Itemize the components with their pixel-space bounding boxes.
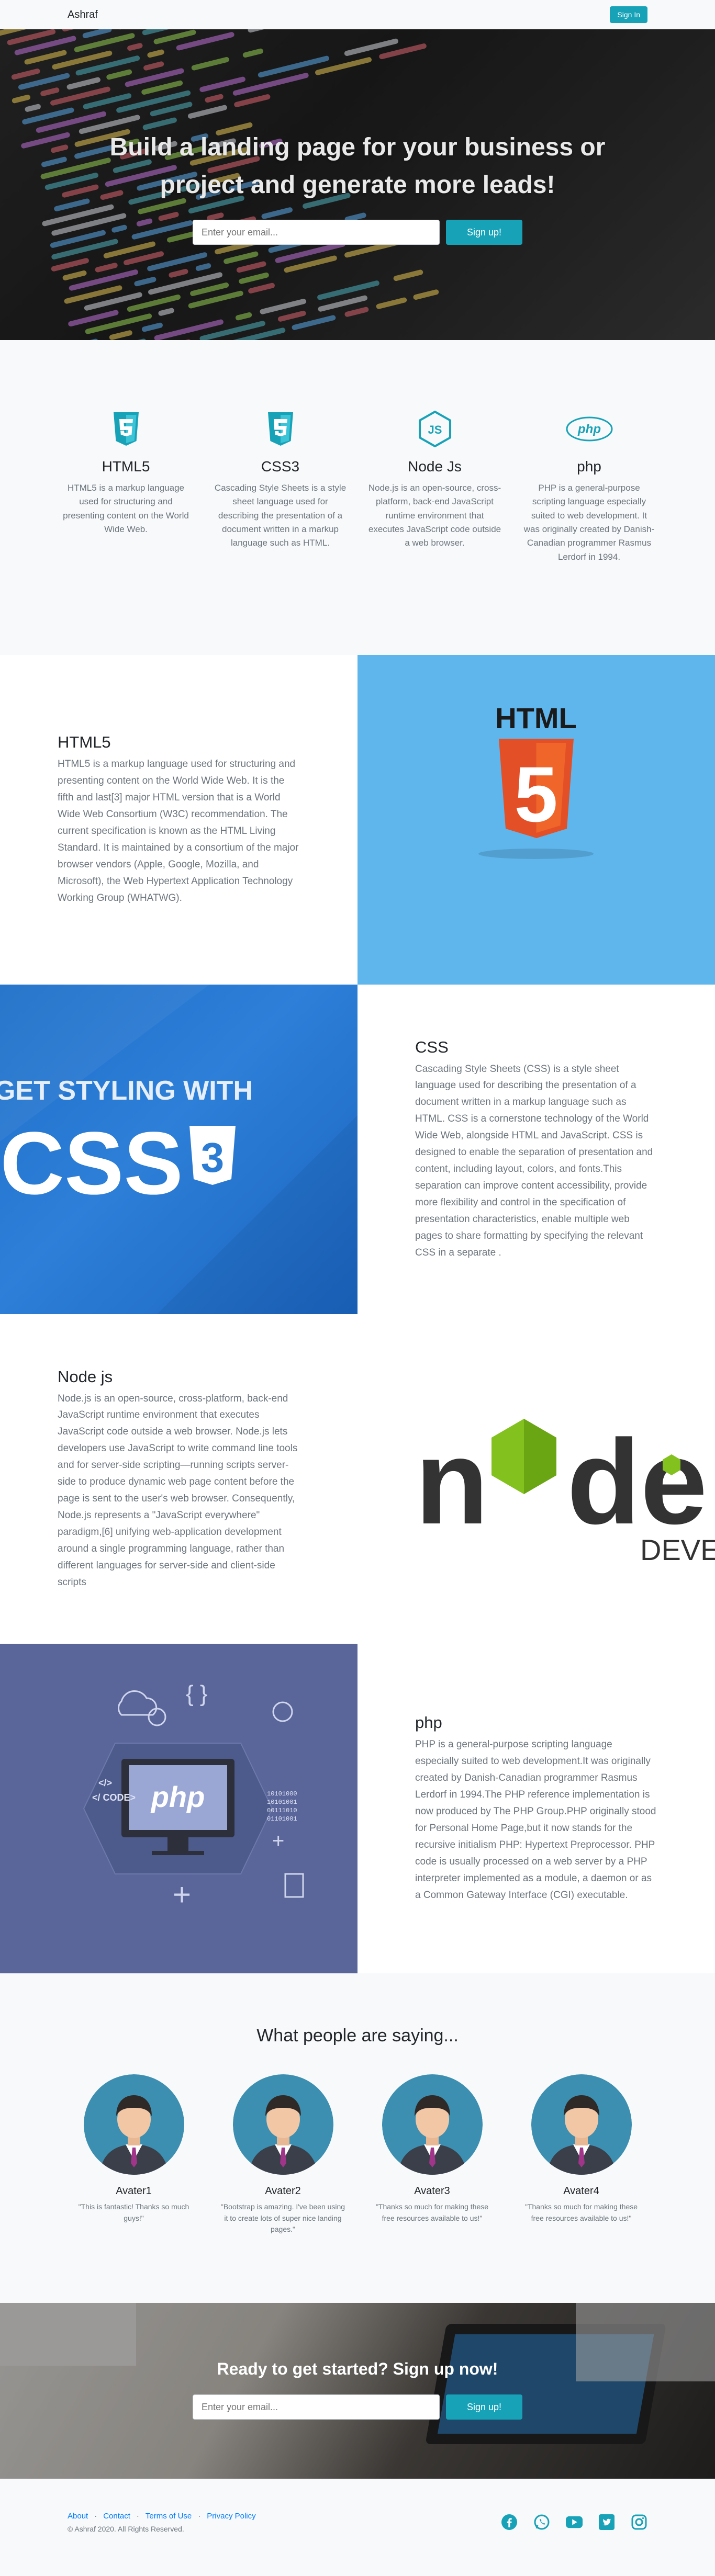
hero-email-input[interactable] [192,220,440,245]
feature-text: Node.js is an open-source, cross-platfor… [368,483,501,548]
testimonial-name: Avater4 [563,2185,599,2197]
feature-text: Cascading Style Sheets is a style sheet … [214,483,347,548]
cta-email-input[interactable] [192,2394,440,2420]
footer-link-terms[interactable]: Terms of Use [146,2512,192,2521]
css3-icon [214,408,347,450]
node-logo-end: de [567,1415,707,1549]
php-illustration-image: { } php </> </ CODE> 10101000 10101001 0… [0,1644,358,1973]
svg-text:+: + [272,1829,284,1852]
feature-text: PHP is a general-purpose scripting langu… [523,483,655,562]
html5-logo-number: 5 [514,750,557,838]
showcase-title: php [415,1713,442,1732]
html5-logo-image: HTML 5 [358,655,715,985]
avatar [531,2074,632,2175]
svg-text:10101000 10101001: 10101000 10101001 00111010 01101001 [267,1790,301,1823]
css-banner-line2: CSS [0,1114,183,1213]
footer-link-privacy[interactable]: Privacy Policy [207,2512,255,2521]
node-logo-start: n [415,1415,489,1549]
hero-signup-button[interactable]: Sign up! [445,220,523,245]
css-banner-image: GET STYLING WITH CSS 3 [0,985,358,1314]
copyright: © Ashraf 2020. All Rights Reserved. [68,2524,184,2533]
youtube-icon[interactable] [566,2514,583,2530]
cta-section: Ready to get started? Sign up now! Sign … [0,2303,715,2479]
hero-signup-form: Sign up! [0,220,715,245]
instagram-icon[interactable] [631,2514,647,2530]
footer: About · Contact · Terms of Use · Privacy… [0,2479,715,2576]
feature-text: HTML5 is a markup language used for stru… [63,483,189,535]
feature-css3: CSS3 Cascading Style Sheets is a style s… [214,408,347,564]
features-section: HTML5 HTML5 is a markup language used fo… [0,340,715,655]
navbar: Ashraf Sign In [0,0,715,29]
svg-text:JS: JS [428,423,442,436]
testimonial-quote: "Bootstrap is amazing. I've been using i… [220,2202,345,2234]
css-banner-number: 3 [201,1134,225,1181]
css-banner-line1: GET STYLING WITH [0,1076,253,1106]
showcase-title: Node js [58,1367,113,1386]
testimonials-section: What people are saying... Avater1 "This … [0,1973,715,2303]
node-logo-subtext: DEVEL [640,1533,715,1566]
testimonial-name: Avater3 [414,2185,450,2197]
showcase-node: Node js Node.js is an open-source, cross… [0,1314,715,1644]
facebook-icon[interactable] [501,2514,518,2530]
showcase-css: GET STYLING WITH CSS 3 CSS Cascading Sty… [0,985,715,1314]
nodejs-logo-image: n de DEVEL [358,1314,715,1644]
twitter-icon[interactable] [598,2514,615,2530]
feature-title: CSS3 [261,458,300,474]
avatar [382,2074,483,2175]
feature-php: php php PHP is a general-purpose scripti… [522,408,656,564]
testimonial-item: Avater2 "Bootstrap is amazing. I've been… [221,2074,345,2235]
brand-link[interactable]: Ashraf [68,9,98,21]
cta-signup-button[interactable]: Sign up! [445,2394,523,2420]
footer-link-contact[interactable]: Contact [103,2512,130,2521]
showcase-text: Node.js is an open-source, cross-platfor… [58,1393,298,1588]
footer-links: About · Contact · Terms of Use · Privacy… [68,2511,256,2521]
html5-icon [59,408,193,450]
php-code-tag2: </ CODE> [92,1792,136,1803]
hero-title: Build a landing page for your business o… [109,133,606,199]
testimonial-quote: "Thanks so much for making these free re… [375,2202,489,2222]
cta-signup-form: Sign up! [0,2394,715,2420]
testimonials-heading: What people are saying... [256,2026,459,2046]
php-code-tag1: </> [98,1778,112,1788]
showcase-title: HTML5 [58,733,111,752]
social-links [501,2514,647,2530]
feature-nodejs: JS Node Js Node.js is an open-source, cr… [368,408,501,564]
showcase-title: CSS [415,1037,449,1056]
sign-in-button[interactable]: Sign In [610,6,647,23]
svg-text:php: php [577,422,601,436]
testimonial-quote: "Thanks so much for making these free re… [524,2202,638,2222]
feature-title: Node Js [408,458,462,474]
avatar [232,2074,333,2175]
nodejs-icon: JS [368,408,501,450]
feature-title: HTML5 [102,458,150,474]
showcase-text: Cascading Style Sheets (CSS) is a style … [415,1063,653,1258]
feature-title: php [577,458,601,474]
testimonial-item: Avater1 "This is fantastic! Thanks so mu… [79,2074,189,2235]
showcase-php: { } php </> </ CODE> 10101000 10101001 0… [0,1644,715,1973]
feature-html5: HTML5 HTML5 is a markup language used fo… [59,408,193,564]
whatsapp-icon[interactable] [533,2514,550,2530]
testimonial-quote: "This is fantastic! Thanks so much guys!… [78,2202,189,2222]
php-icon: php [522,408,656,450]
showcase-html5: HTML5 HTML5 is a markup language used fo… [0,655,715,985]
svg-text:{ }: { } [186,1681,208,1707]
php-screen-text: php [150,1780,205,1813]
hero-section: Build a landing page for your business o… [0,29,715,340]
footer-link-about[interactable]: About [68,2512,88,2521]
testimonial-item: Avater4 "Thanks so much for making these… [525,2074,638,2235]
html5-logo-text: HTML [495,702,577,735]
testimonial-name: Avater1 [116,2185,152,2197]
svg-text:+: + [173,1877,191,1912]
avatar [83,2074,184,2175]
testimonial-item: Avater3 "Thanks so much for making these… [376,2074,488,2235]
showcase-text: PHP is a general-purpose scripting langu… [415,1739,656,1901]
cta-title: Ready to get started? Sign up now! [217,2359,498,2378]
showcase-text: HTML5 is a markup language used for stru… [58,759,299,903]
testimonial-name: Avater2 [265,2185,301,2197]
